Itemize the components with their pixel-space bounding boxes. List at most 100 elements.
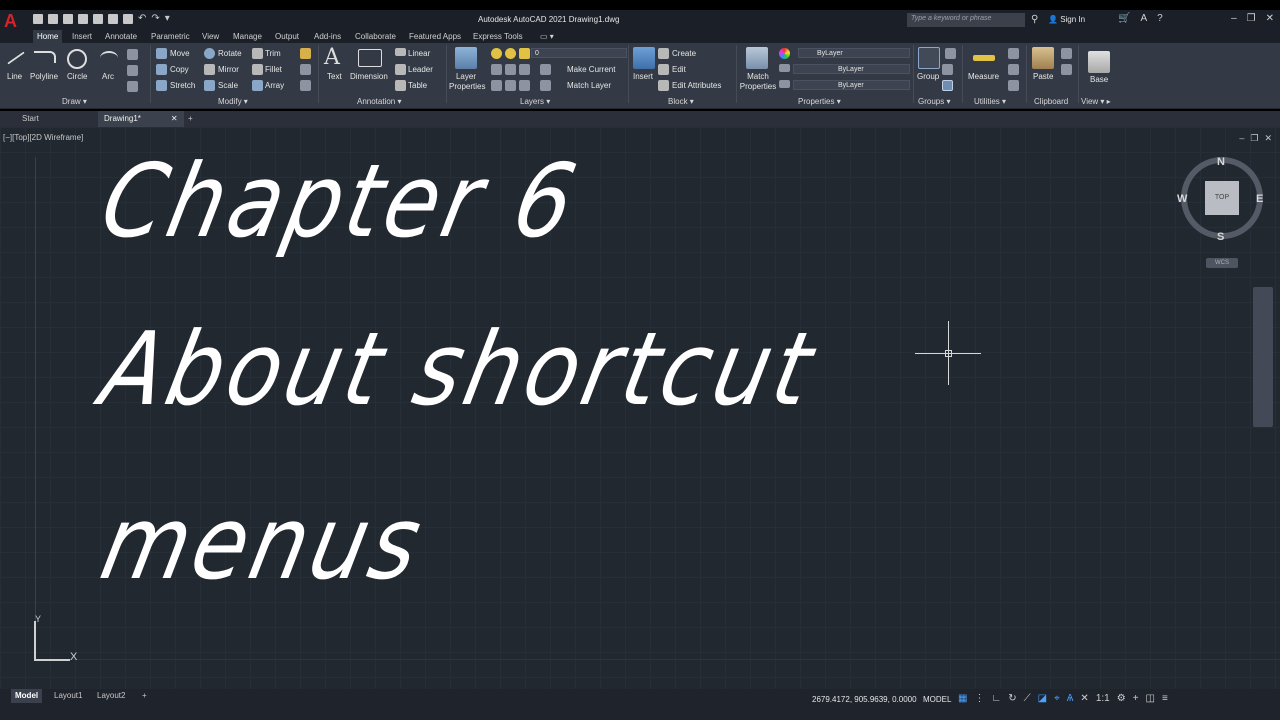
leader-tool[interactable]: Leader (408, 65, 433, 74)
layer-tool-icon[interactable] (505, 80, 516, 91)
linetype-icon[interactable] (779, 80, 790, 88)
insert-tool[interactable]: Insert (633, 72, 653, 81)
close-icon[interactable]: ✕ (1266, 13, 1274, 24)
help-icon[interactable]: ? (1157, 13, 1163, 24)
customize-qat-icon[interactable]: ▾ (165, 14, 170, 24)
array-tool[interactable]: Array (265, 81, 284, 90)
annotation-visibility-icon[interactable]: Ѧ (1067, 693, 1074, 704)
drawing-text-line-3[interactable]: menus (92, 484, 434, 602)
group-icon[interactable] (918, 47, 940, 69)
match-properties-icon[interactable] (746, 47, 768, 69)
color-wheel-icon[interactable] (779, 48, 790, 59)
layer-tool-icon[interactable] (519, 64, 530, 75)
group-select-icon[interactable] (942, 80, 953, 91)
arc-icon[interactable] (100, 51, 118, 65)
offset-icon[interactable] (300, 80, 311, 91)
customize-icon[interactable]: ≡ (1162, 693, 1168, 704)
panel-utilities-label[interactable]: Utilities ▾ (974, 97, 1006, 106)
linear-tool[interactable]: Linear (408, 49, 430, 58)
close-icon[interactable]: ✕ (1264, 133, 1272, 144)
group-tool[interactable]: Group (917, 72, 939, 81)
boundary-icon[interactable] (127, 81, 138, 92)
tab-featured-apps[interactable]: Featured Apps (405, 30, 465, 43)
paste-icon[interactable] (1032, 47, 1054, 69)
annotation-scale-icon[interactable]: ✕ (1080, 693, 1088, 704)
redo-icon[interactable]: ↷ (151, 14, 159, 24)
new-layout-icon[interactable]: + (138, 689, 151, 703)
layout2-tab[interactable]: Layout2 (93, 689, 129, 703)
tab-express-tools[interactable]: Express Tools (469, 30, 527, 43)
panel-groups-label[interactable]: Groups ▾ (918, 97, 950, 106)
panel-clipboard-label[interactable]: Clipboard (1034, 97, 1068, 106)
ucs-icon[interactable] (34, 659, 70, 661)
panel-block-label[interactable]: Block ▾ (668, 97, 694, 106)
create-block-tool[interactable]: Create (672, 49, 696, 58)
make-current-tool[interactable]: Make Current (567, 65, 615, 74)
explode-icon[interactable] (300, 64, 311, 75)
measure-icon[interactable] (973, 55, 995, 61)
minimize-icon[interactable]: – (1231, 13, 1237, 24)
save-web-icon[interactable] (108, 14, 118, 24)
undo-icon[interactable]: ↶ (138, 14, 146, 24)
otrack-icon[interactable]: ⌖ (1054, 693, 1060, 704)
tab-output[interactable]: Output (271, 30, 303, 43)
panel-modify-label[interactable]: Modify ▾ (218, 97, 248, 106)
panel-draw-label[interactable]: Draw ▾ (62, 97, 87, 106)
layer-properties-tool[interactable]: Layer Properties (449, 72, 485, 92)
edit-block-tool[interactable]: Edit (672, 65, 686, 74)
sign-in-button[interactable]: 👤 Sign In (1048, 15, 1085, 24)
layer-lock-icon[interactable] (519, 48, 530, 59)
compass-east[interactable]: E (1256, 193, 1263, 205)
insert-block-icon[interactable] (633, 47, 655, 69)
tab-home[interactable]: Home (33, 30, 63, 43)
viewcube-top-face[interactable]: TOP (1205, 181, 1239, 215)
new-icon[interactable] (33, 14, 43, 24)
snap-icon[interactable]: ⋮ (974, 693, 984, 704)
arc-tool[interactable]: Arc (102, 72, 114, 81)
polar-icon[interactable]: ↻ (1008, 693, 1016, 704)
cart-icon[interactable]: 🛒 (1118, 13, 1130, 24)
lineweight-dropdown[interactable]: ByLayer (793, 64, 910, 74)
ucs-icon[interactable] (34, 621, 36, 661)
navigation-bar[interactable] (1253, 287, 1273, 427)
scale-tool[interactable]: Scale (218, 81, 238, 90)
autodesk-app-icon[interactable]: A (1140, 13, 1147, 24)
panel-layers-label[interactable]: Layers ▾ (520, 97, 550, 106)
viewport-controls[interactable]: [−][Top][2D Wireframe] (3, 133, 83, 142)
grid-icon[interactable]: ▦ (958, 693, 967, 704)
panel-annotation-label[interactable]: Annotation ▾ (357, 97, 402, 106)
layer-on-icon[interactable] (491, 48, 502, 59)
ortho-icon[interactable]: ∟ (991, 693, 1001, 704)
layer-dropdown[interactable]: 0 (531, 48, 627, 58)
compass-south[interactable]: S (1217, 231, 1224, 243)
drawing-text-line-1[interactable]: Chapter 6 (92, 142, 589, 260)
save-icon[interactable] (63, 14, 73, 24)
web-mobile-icon[interactable] (93, 14, 103, 24)
line-icon[interactable] (7, 51, 25, 65)
maximize-icon[interactable]: ❐ (1247, 13, 1256, 24)
compass-west[interactable]: W (1177, 193, 1187, 205)
drawing1-tab[interactable]: Drawing1* ✕ (98, 111, 184, 127)
save-as-icon[interactable] (78, 14, 88, 24)
search-icon[interactable]: ⚲ (1031, 14, 1038, 25)
list-icon[interactable] (945, 48, 956, 59)
add-icon[interactable]: + (1133, 693, 1139, 704)
tab-insert[interactable]: Insert (68, 30, 96, 43)
panel-view-label[interactable]: View ▾ ▸ (1081, 97, 1111, 106)
model-space-toggle[interactable]: MODEL (923, 695, 951, 704)
start-tab[interactable]: Start (22, 111, 39, 127)
isodraft-icon[interactable]: ⟋ (1024, 693, 1031, 704)
new-tab-icon[interactable]: + (188, 111, 193, 127)
layer-freeze-icon[interactable] (505, 48, 516, 59)
tab-parametric[interactable]: Parametric (147, 30, 194, 43)
viewcube[interactable]: TOP (1181, 157, 1263, 239)
circle-icon[interactable] (67, 49, 87, 69)
wcs-menu[interactable]: WCS (1206, 258, 1238, 268)
mirror-tool[interactable]: Mirror (218, 65, 239, 74)
match-layer-tool[interactable]: Match Layer (567, 81, 611, 90)
open-icon[interactable] (48, 14, 58, 24)
copy-tool[interactable]: Copy (170, 65, 189, 74)
measure-tool[interactable]: Measure (968, 72, 999, 81)
coordinate-readout[interactable]: 2679.4172, 905.9639, 0.0000 (812, 695, 917, 704)
linetype-dropdown[interactable]: ByLayer (793, 80, 910, 90)
